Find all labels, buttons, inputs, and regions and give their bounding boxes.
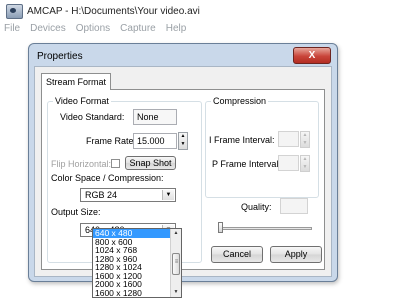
- dialog-title: Properties: [37, 51, 83, 62]
- snap-shot-button[interactable]: Snap Shot: [125, 156, 176, 170]
- i-frame-interval-label: I Frame Interval:: [209, 135, 275, 145]
- cancel-button[interactable]: Cancel: [211, 246, 263, 263]
- menu-help[interactable]: Help: [166, 23, 187, 34]
- quality-label: Quality:: [241, 202, 272, 212]
- dropdown-option[interactable]: 1600 x 1280: [93, 288, 171, 298]
- quality-input: [280, 198, 308, 214]
- p-frame-spinner: ▲ ▼: [300, 155, 310, 172]
- color-space-select[interactable]: RGB 24 ▼: [80, 188, 176, 202]
- quality-slider[interactable]: [218, 222, 223, 233]
- video-standard-value: None: [133, 109, 177, 125]
- app-title: AMCAP - H:\Documents\Your video.avi: [27, 5, 200, 17]
- output-size-label: Output Size:: [51, 207, 101, 217]
- close-icon: X: [308, 50, 316, 61]
- i-frame-interval-input: [278, 131, 299, 147]
- frame-rate-input[interactable]: 15.000: [133, 133, 177, 149]
- spin-down-icon[interactable]: ▼: [179, 141, 187, 149]
- menu-options[interactable]: Options: [76, 23, 110, 34]
- spin-up-icon[interactable]: ▲: [179, 133, 187, 141]
- spin-down-icon: ▼: [302, 163, 308, 170]
- scroll-thumb[interactable]: [172, 253, 180, 275]
- output-size-dropdown: 640 x 480 800 x 600 1024 x 768 1280 x 96…: [92, 228, 182, 298]
- tab-stream-format[interactable]: Stream Format: [41, 73, 111, 90]
- flip-horizontal-checkbox[interactable]: [111, 159, 120, 168]
- flip-horizontal-label: Flip Horizontal:: [51, 159, 112, 169]
- color-space-value: RGB 24: [85, 190, 118, 200]
- properties-dialog: Properties X Stream Format Video Format …: [28, 43, 338, 282]
- spin-up-icon: ▲: [302, 156, 308, 162]
- frame-rate-spinner[interactable]: ▲ ▼: [178, 132, 188, 150]
- spin-down-icon: ▼: [302, 139, 308, 146]
- camera-icon: [6, 3, 23, 19]
- app-titlebar: AMCAP - H:\Documents\Your video.avi: [0, 0, 417, 22]
- chevron-down-icon[interactable]: ▼: [162, 190, 174, 200]
- quality-slider-track: [220, 227, 312, 230]
- frame-rate-label: Frame Rate:: [86, 136, 137, 146]
- tab-page: Video Format Video Standard: None Frame …: [41, 89, 325, 270]
- close-button[interactable]: X: [293, 47, 331, 64]
- spin-up-icon: ▲: [302, 132, 308, 138]
- color-space-label: Color Space / Compression:: [51, 173, 164, 183]
- compression-group: Compression I Frame Interval: ▲ ▼ P Fram…: [205, 96, 319, 198]
- dropdown-scrollbar[interactable]: ▲ ▼: [170, 229, 181, 297]
- scroll-up-icon[interactable]: ▲: [171, 229, 181, 238]
- menu-capture[interactable]: Capture: [120, 23, 156, 34]
- compression-legend: Compression: [211, 96, 269, 106]
- video-format-legend: Video Format: [53, 96, 111, 106]
- dialog-body: Stream Format Video Format Video Standar…: [34, 66, 332, 277]
- p-frame-interval-label: P Frame Interval:: [212, 159, 281, 169]
- scroll-down-icon[interactable]: ▼: [171, 288, 181, 297]
- menu-bar: File Devices Options Capture Help: [0, 22, 417, 35]
- menu-file[interactable]: File: [4, 23, 20, 34]
- i-frame-spinner: ▲ ▼: [300, 131, 310, 148]
- menu-devices[interactable]: Devices: [30, 23, 66, 34]
- p-frame-interval-input: [278, 155, 299, 171]
- video-standard-label: Video Standard:: [60, 112, 125, 122]
- apply-button[interactable]: Apply: [270, 246, 322, 263]
